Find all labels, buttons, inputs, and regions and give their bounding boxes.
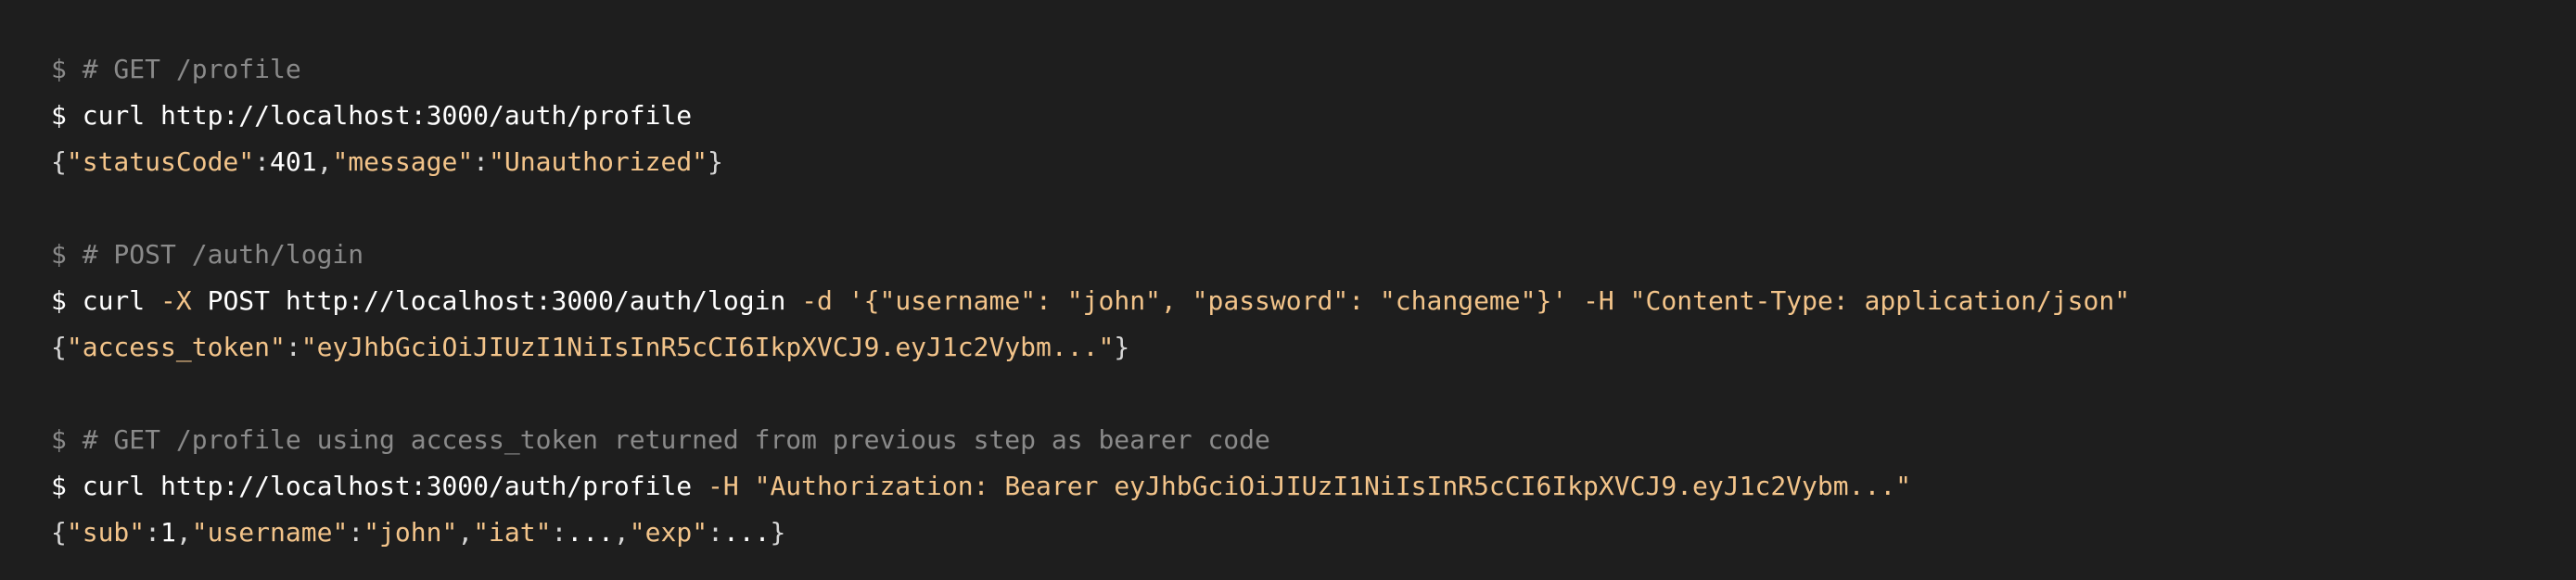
command-text: curl http://localhost:3000/auth/profile xyxy=(82,100,693,131)
json-colon: : xyxy=(473,146,490,177)
command-line[interactable]: $ curl http://localhost:3000/auth/profil… xyxy=(51,463,2576,510)
comment-line: $ # GET /profile using access_token retu… xyxy=(51,424,1270,455)
shell-prompt: $ xyxy=(51,285,67,316)
command-text: curl http://localhost:3000/auth/profile xyxy=(82,471,708,501)
json-brace: } xyxy=(770,517,786,548)
command-flag: -X xyxy=(160,285,192,316)
json-key: "username" xyxy=(191,517,349,548)
json-brace: { xyxy=(51,332,67,362)
json-brace: { xyxy=(51,146,67,177)
command-space xyxy=(1614,285,1630,316)
command-line[interactable]: $ curl -X POST http://localhost:3000/aut… xyxy=(51,278,2576,324)
command-line[interactable]: $ curl http://localhost:3000/auth/profil… xyxy=(51,93,2576,139)
command-flag: -H xyxy=(708,471,739,501)
json-key: "iat" xyxy=(473,517,552,548)
command-space xyxy=(739,471,755,501)
comment-line: $ # POST /auth/login xyxy=(51,239,364,270)
json-key: "message" xyxy=(332,146,474,177)
json-comma: , xyxy=(175,517,192,548)
json-brace: } xyxy=(1114,332,1130,362)
output-line: {"access_token":"eyJhbGciOiJIUzI1NiIsInR… xyxy=(51,324,2576,371)
json-colon: : xyxy=(348,517,364,548)
json-brace: { xyxy=(51,517,67,548)
command-flag: -H xyxy=(1583,285,1614,316)
json-colon: : xyxy=(145,517,161,548)
comment-line: $ # GET /profile xyxy=(51,54,301,84)
json-value: "john" xyxy=(363,517,458,548)
command-text: POST http://localhost:3000/auth/login xyxy=(191,285,802,316)
json-comma: , xyxy=(457,517,474,548)
json-comma: , xyxy=(316,146,333,177)
command-space xyxy=(833,285,848,316)
command-flag: -d xyxy=(801,285,833,316)
terminal-window[interactable]: $ # GET /profile $ curl http://localhost… xyxy=(0,0,2576,580)
json-value: "Unauthorized" xyxy=(489,146,708,177)
output-line: {"sub":1,"username":"john","iat":...,"ex… xyxy=(51,510,2576,556)
json-value: 1 xyxy=(160,517,176,548)
command-text: curl xyxy=(82,285,161,316)
json-colon: : xyxy=(254,146,271,177)
command-space xyxy=(1567,285,1583,316)
json-colon: : xyxy=(551,517,567,548)
command-string: '{"username": "john", "password": "chang… xyxy=(848,285,1568,316)
json-colon: : xyxy=(285,332,301,362)
command-string: "Authorization: Bearer eyJhbGciOiJIUzI1N… xyxy=(754,471,1912,501)
shell-prompt: $ xyxy=(51,471,67,501)
json-value: "eyJhbGciOiJIUzI1NiIsInR5cCI6IkpXVCJ9.ey… xyxy=(300,332,1115,362)
command-string: "Content-Type: application/json" xyxy=(1629,285,2131,316)
json-key: "exp" xyxy=(629,517,708,548)
json-key: "sub" xyxy=(66,517,146,548)
json-colon: : xyxy=(708,517,723,548)
json-comma: , xyxy=(613,517,630,548)
json-value: 401 xyxy=(270,146,317,177)
output-line: {"statusCode":401,"message":"Unauthorize… xyxy=(51,139,2576,185)
json-value: ... xyxy=(722,517,771,548)
json-key: "access_token" xyxy=(66,332,286,362)
json-brace: } xyxy=(708,146,723,177)
json-value: ... xyxy=(567,517,614,548)
json-key: "statusCode" xyxy=(66,146,255,177)
shell-prompt: $ xyxy=(51,100,67,131)
